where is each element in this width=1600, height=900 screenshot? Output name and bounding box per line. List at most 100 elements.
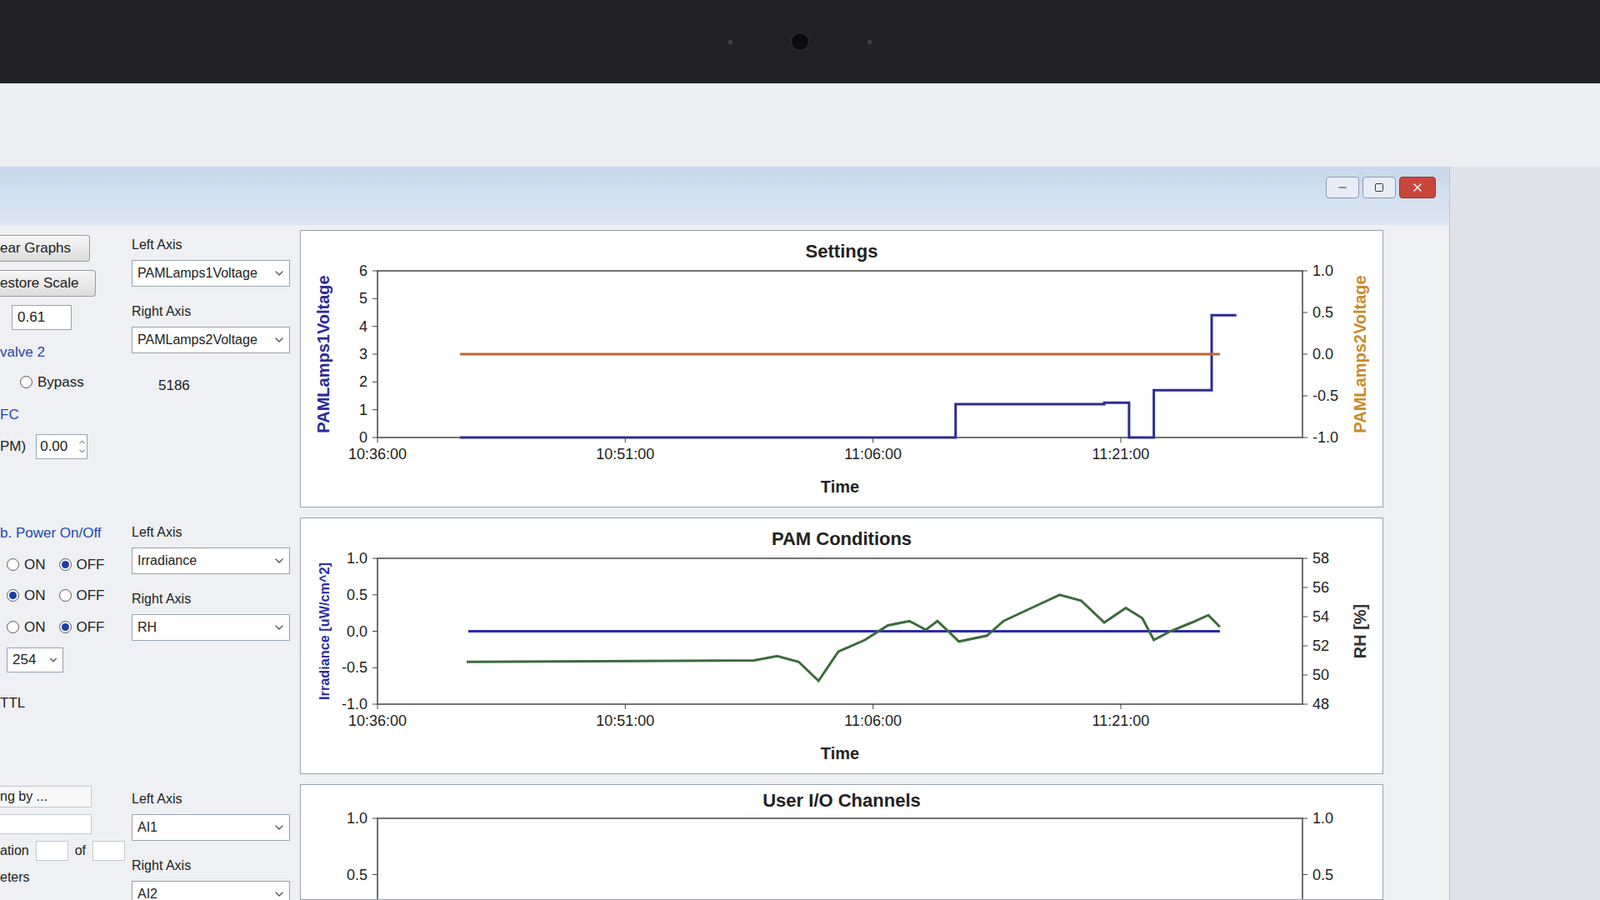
axis-select[interactable]: AI2 [131, 880, 290, 900]
chevron-down-icon [272, 820, 286, 835]
svg-text:0.0: 0.0 [1312, 345, 1334, 363]
right-tick: 0.5 [1302, 866, 1334, 884]
radio-option[interactable]: OFF [59, 616, 105, 639]
axis-select[interactable]: PAMLamps2Voltage [131, 326, 290, 354]
maximize-icon [1374, 182, 1385, 193]
left-tick: 4 [359, 318, 378, 335]
left-tick: 2 [359, 373, 378, 390]
number-select[interactable]: 254 [6, 647, 64, 673]
svg-text:11:21:00: 11:21:00 [1092, 445, 1150, 463]
x-tick: 10:51:00 [595, 704, 655, 730]
chevron-down-icon [272, 887, 286, 900]
chart-title: PAM Conditions [771, 528, 912, 550]
radio-option[interactable]: Bypass [20, 371, 125, 394]
right-tick: -1.0 [1302, 429, 1339, 446]
right-tick: 50 [1302, 666, 1330, 684]
svg-text:0.5: 0.5 [1312, 304, 1334, 321]
series-line [460, 315, 1237, 438]
radio-icon[interactable] [6, 620, 20, 634]
axis-select[interactable]: PAMLamps1Voltage [131, 260, 290, 287]
chart-panel: User I/O Channels1.00.51.00.5 [300, 784, 1384, 900]
power-label: b. Power On/Off [0, 522, 125, 545]
svg-text:-1.0: -1.0 [1312, 429, 1339, 446]
axis-select[interactable]: AI1 [131, 814, 290, 841]
left-tick: 5 [359, 290, 378, 307]
radio-icon[interactable] [6, 558, 20, 571]
radio-icon[interactable] [59, 589, 72, 602]
trigger-value-field[interactable] [0, 814, 92, 835]
plot-area [377, 270, 1303, 438]
iteration-field[interactable] [35, 840, 69, 861]
radio-icon[interactable] [6, 589, 20, 602]
chevron-down-icon [47, 654, 60, 666]
maximize-button[interactable] [1362, 176, 1396, 199]
svg-text:1: 1 [359, 401, 368, 419]
svg-text:2: 2 [359, 373, 368, 390]
radio-icon[interactable] [59, 620, 72, 634]
radio-option[interactable]: ON [6, 585, 46, 607]
x-tick: 11:21:00 [1092, 437, 1150, 463]
series-line [466, 595, 1220, 681]
radio-icon[interactable] [59, 558, 72, 571]
close-button[interactable] [1399, 176, 1436, 199]
clear-graphs-button[interactable]: ear Graphs [0, 235, 90, 262]
radio-option[interactable]: ON [6, 554, 46, 576]
radio-option[interactable]: OFF [59, 554, 105, 576]
screen-photo: ear Graphs estore Scale 0.61 valve 2 Bypass F… [0, 0, 1600, 900]
axis-column: Left AxisPAMLamps1VoltageRight AxisPAMLa… [125, 225, 300, 513]
mfc-label: FC [0, 404, 125, 426]
sensor-icon [728, 40, 733, 45]
svg-text:1.0: 1.0 [1312, 810, 1334, 827]
svg-text:54: 54 [1312, 608, 1330, 625]
plot-area [377, 558, 1303, 705]
ttl-label: TTL [0, 692, 125, 715]
power-row: ON OFF [0, 554, 125, 576]
left-tick: 3 [359, 345, 378, 363]
right-tick: -0.5 [1302, 387, 1339, 405]
spin-down-icon[interactable] [77, 446, 87, 456]
svg-text:6: 6 [359, 262, 368, 280]
axis-selectors: Left AxisAI1Right AxisAI2 [125, 779, 300, 900]
content: ear Graphs estore Scale 0.61 valve 2 Bypass F… [0, 225, 1450, 900]
sensor-icon [867, 40, 872, 45]
close-icon [1410, 180, 1425, 195]
svg-text:11:06:00: 11:06:00 [844, 445, 902, 463]
title-bar [0, 166, 1450, 225]
iteration-total-field[interactable] [92, 840, 125, 861]
axis-select[interactable]: RH [131, 614, 290, 641]
spin-up-icon[interactable] [77, 437, 87, 447]
right-tick: 1.0 [1302, 262, 1334, 280]
svg-text:1.0: 1.0 [346, 550, 368, 567]
x-tick: 10:36:00 [348, 437, 407, 463]
control-panel: ng by ...ationofeters [0, 779, 125, 900]
right-axis-label: RH [%] [1350, 604, 1370, 660]
minimize-button[interactable] [1325, 176, 1360, 199]
svg-text:52: 52 [1312, 637, 1330, 655]
svg-text:56: 56 [1312, 579, 1330, 596]
chevron-down-icon [272, 554, 286, 568]
axis-select[interactable]: Irradiance [131, 547, 290, 575]
svg-text:0.0: 0.0 [346, 623, 368, 640]
chart: PAM Conditions1.00.50.0-0.5-1.0585654525… [300, 518, 1383, 773]
series-line [460, 353, 1220, 356]
trigger-field[interactable]: ng by ... [0, 785, 92, 808]
svg-text:-0.5: -0.5 [1312, 387, 1339, 405]
control-panel: ear Graphs estore Scale 0.61 valve 2 Bypass F… [0, 225, 125, 513]
x-axis-label: Time [820, 477, 860, 496]
scale-field[interactable]: 0.61 [11, 305, 72, 330]
mfc-spinner[interactable]: 0.00 [35, 434, 88, 460]
svg-text:10:36:00: 10:36:00 [348, 445, 407, 463]
desktop-strip [0, 83, 1600, 167]
svg-text:0.5: 0.5 [346, 586, 368, 604]
radio-option[interactable]: OFF [59, 585, 105, 607]
valve-label: valve 2 [0, 341, 125, 364]
radio-option[interactable]: ON [6, 616, 46, 639]
svg-text:10:51:00: 10:51:00 [595, 445, 655, 463]
svg-text:5: 5 [359, 290, 368, 307]
radio-icon[interactable] [20, 375, 33, 389]
power-row: ON OFF [0, 616, 125, 639]
chart: User I/O Channels1.00.51.00.5 [300, 785, 1383, 900]
restore-scale-button[interactable]: estore Scale [0, 270, 96, 297]
svg-text:0.5: 0.5 [1312, 866, 1334, 884]
valve-options: Bypass [0, 371, 125, 394]
